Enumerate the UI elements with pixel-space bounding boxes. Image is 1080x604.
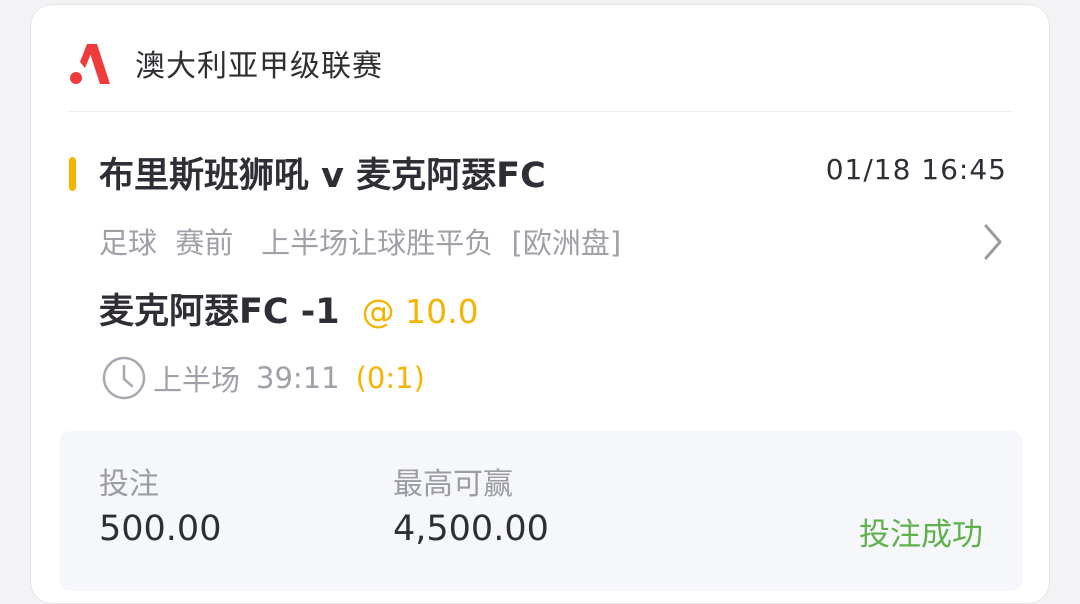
match-accent-bar [69, 157, 76, 191]
live-status-row: 上半场 39:11 (0:1) [101, 355, 425, 401]
odds-value: @ 10.0 [361, 292, 479, 331]
stake-value: 500.00 [99, 509, 222, 549]
match-time: 01/18 16:45 [825, 153, 1007, 186]
selection-row: 麦克阿瑟FC -1 @ 10.0 [99, 283, 479, 334]
live-period: 上半场 [153, 363, 241, 397]
league-header: 澳大利亚甲级联赛 [69, 35, 383, 91]
clock-icon [102, 356, 146, 400]
selection-name: 麦克阿瑟FC -1 [99, 292, 340, 332]
bet-summary: 投注 500.00 最高可赢 4,500.00 投注成功 [59, 431, 1023, 591]
league-name: 澳大利亚甲级联赛 [135, 49, 383, 84]
live-score: (0:1) [355, 361, 425, 395]
match-title: 布里斯班狮吼 v 麦克阿瑟FC [99, 156, 546, 196]
bet-market-info: 足球 赛前 上半场让球胜平负 [欧洲盘] [99, 226, 622, 260]
bet-card[interactable]: 澳大利亚甲级联赛 布里斯班狮吼 v 麦克阿瑟FC 01/18 16:45 足球 … [30, 4, 1050, 604]
chevron-right-icon[interactable] [983, 223, 1003, 261]
league-logo-icon [70, 44, 110, 84]
bet-status-badge: 投注成功 [859, 517, 983, 553]
live-clock: 39:11 [256, 361, 340, 395]
max-win-value: 4,500.00 [393, 509, 549, 549]
stake-label: 投注 [99, 467, 159, 502]
divider [67, 111, 1013, 112]
max-win-label: 最高可赢 [393, 467, 513, 502]
